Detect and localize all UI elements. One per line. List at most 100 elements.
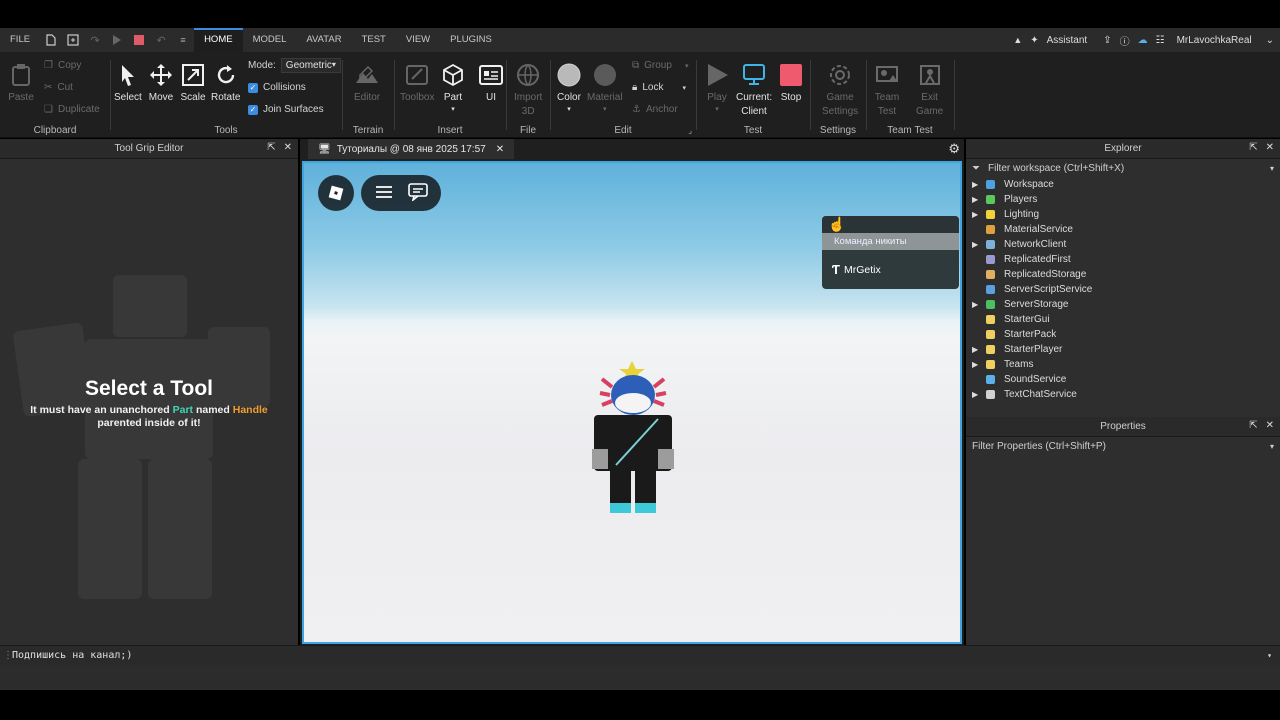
edit-expand-icon[interactable]: ⌟ [688,126,692,135]
tab-close-icon[interactable]: ✕ [496,144,504,155]
explorer-item-starterpack[interactable]: StarterPack [966,327,1280,342]
paste-button[interactable]: Paste [8,62,34,103]
import-3d-button[interactable]: Import 3D [514,62,542,117]
explorer-item-textchatservice[interactable]: ▶ TextChatService [966,387,1280,402]
expand-arrow-icon[interactable]: ▶ [972,360,984,369]
material-button[interactable]: Material ▾ [587,62,623,113]
quick-stop-icon[interactable] [128,28,150,52]
explorer-item-serverscriptservice[interactable]: ServerScriptService [966,282,1280,297]
group-button[interactable]: ⧉ Group ▾ [632,60,688,71]
stop-button[interactable]: Stop [778,62,804,103]
join-surfaces-toggle[interactable]: ✓ Join Surfaces [248,104,324,115]
redo-icon[interactable]: ↷ [84,28,106,52]
expand-arrow-icon[interactable]: ▶ [972,180,984,189]
explorer-filter-input[interactable]: Filter workspace (Ctrl+Shift+X) [988,163,1124,174]
explorer-item-replicatedstorage[interactable]: ReplicatedStorage [966,267,1280,282]
properties-undock-icon[interactable]: ⇱ [1249,420,1257,431]
explorer-item-teams[interactable]: ▶ Teams [966,357,1280,372]
command-bar-chevron-icon[interactable]: ▾ [1267,646,1272,666]
anchor-button[interactable]: ⚓︎ Anchor [632,104,678,115]
tab-plugins[interactable]: PLUGINS [440,28,502,52]
username-label[interactable]: MrLavochkaReal [1177,35,1252,46]
explorer-item-materialservice[interactable]: MaterialService [966,222,1280,237]
toolbox-button[interactable]: Toolbox [400,62,434,103]
tab-view[interactable]: VIEW [396,28,440,52]
explorer-item-startergui[interactable]: StarterGui [966,312,1280,327]
game-settings-button[interactable]: Game Settings [822,62,858,117]
undo-icon[interactable]: ↶ [150,28,172,52]
cut-button[interactable]: ✂ Cut [44,82,73,93]
viewport-settings-gear-icon[interactable]: ⚙ [948,141,960,157]
account-chevron-icon[interactable]: ⌄ [1266,35,1274,46]
command-bar-input[interactable]: Подпишись на канал;) [12,650,132,661]
properties-filter-input[interactable]: Filter Properties (Ctrl+Shift+P) [972,441,1106,452]
lock-button[interactable]: 🔒︎ Lock ▾ [632,82,686,93]
join-surfaces-checkbox[interactable]: ✓ [248,104,258,115]
current-client-button[interactable]: Current: Client [736,62,772,117]
color-button[interactable]: Color ▾ [556,62,582,113]
explorer-close-icon[interactable]: ✕ [1266,142,1274,153]
assistant-button[interactable]: Assistant [1047,35,1088,46]
expand-arrow-icon[interactable]: ▶ [972,240,984,249]
hamburger-menu-icon[interactable] [375,185,393,202]
tab-test[interactable]: TEST [352,28,396,52]
expand-arrow-icon[interactable]: ▶ [972,210,984,219]
share-icon[interactable]: ⇪ [1103,35,1111,46]
command-bar[interactable]: ⋮ Подпишись на канал;) ▾ [0,645,1280,665]
exit-game-button[interactable]: Exit Game [916,62,943,117]
explorer-item-replicatedfirst[interactable]: ReplicatedFirst [966,252,1280,267]
place-document-tab[interactable]: 🖥︎ Туториалы @ 08 янв 2025 17:57 ✕ [308,139,515,159]
play-button[interactable]: Play ▾ [704,62,730,113]
quick-play-icon[interactable] [106,28,128,52]
explorer-item-players[interactable]: ▶ Players [966,192,1280,207]
file-menu[interactable]: FILE [0,28,40,52]
rotate-tool-button[interactable]: Rotate [211,62,240,103]
team-test-button[interactable]: Team Test [874,62,900,117]
explorer-item-lighting[interactable]: ▶ Lighting [966,207,1280,222]
quick-access-more-icon[interactable]: ≡ [172,28,194,52]
expand-arrow-icon[interactable]: ▶ [972,300,984,309]
select-tool-button[interactable]: Select [114,62,142,103]
properties-close-icon[interactable]: ✕ [1266,420,1274,431]
publish-icon[interactable] [62,28,84,52]
tab-avatar[interactable]: AVATAR [296,28,351,52]
expand-arrow-icon[interactable]: ▶ [972,390,984,399]
explorer-undock-icon[interactable]: ⇱ [1249,142,1257,153]
explorer-item-serverstorage[interactable]: ▶ ServerStorage [966,297,1280,312]
expand-arrow-icon[interactable]: ▶ [972,195,984,204]
properties-filter-chevron-icon[interactable]: ▾ [1270,442,1274,451]
explorer-item-soundservice[interactable]: SoundService [966,372,1280,387]
explorer-item-label: Teams [1004,359,1034,370]
explorer-filter[interactable]: ⏷ Filter workspace (Ctrl+Shift+X) ▾ [966,159,1280,177]
close-icon[interactable]: ✕ [284,142,292,153]
tab-model[interactable]: MODEL [243,28,297,52]
player-list-entry[interactable]: Ƭ MrGetix [822,250,959,289]
explorer-item-starterplayer[interactable]: ▶ StarterPlayer [966,342,1280,357]
notifications-icon[interactable]: ☷ [1156,35,1165,46]
assistant-icon[interactable]: ✦ [1030,35,1038,46]
undock-icon[interactable]: ⇱ [267,142,275,153]
roblox-menu-button[interactable] [318,175,354,211]
ui-button[interactable]: UI [478,62,504,103]
help-icon[interactable]: ⓘ [1120,33,1130,48]
properties-filter[interactable]: Filter Properties (Ctrl+Shift+P) ▾ [966,437,1280,455]
cloud-icon[interactable]: ☁ [1138,35,1148,46]
terrain-editor-button[interactable]: Editor [354,62,380,103]
collisions-toggle[interactable]: ✓ Collisions [248,82,306,93]
part-button[interactable]: Part ▾ [440,62,466,113]
new-file-icon[interactable] [40,28,62,52]
tab-home[interactable]: HOME [194,28,243,52]
expand-arrow-icon[interactable]: ▶ [972,345,984,354]
explorer-filter-chevron-icon[interactable]: ▾ [1270,164,1274,173]
copy-button[interactable]: ❐ Copy [44,60,81,71]
scale-tool-button[interactable]: Scale [180,62,206,103]
explorer-item-networkclient[interactable]: ▶ NetworkClient [966,237,1280,252]
collapse-ribbon-icon[interactable]: ▲ [1013,35,1022,45]
duplicate-button[interactable]: ❏ Duplicate [44,104,100,115]
chat-icon[interactable] [407,182,428,204]
game-viewport[interactable]: ☝ Команда никиты Ƭ MrGetix [302,161,962,644]
mode-select[interactable]: Mode: Geometric ▾ [248,58,341,73]
move-tool-button[interactable]: Move [148,62,174,103]
explorer-item-workspace[interactable]: ▶ Workspace [966,177,1280,192]
collisions-checkbox[interactable]: ✓ [248,82,258,93]
